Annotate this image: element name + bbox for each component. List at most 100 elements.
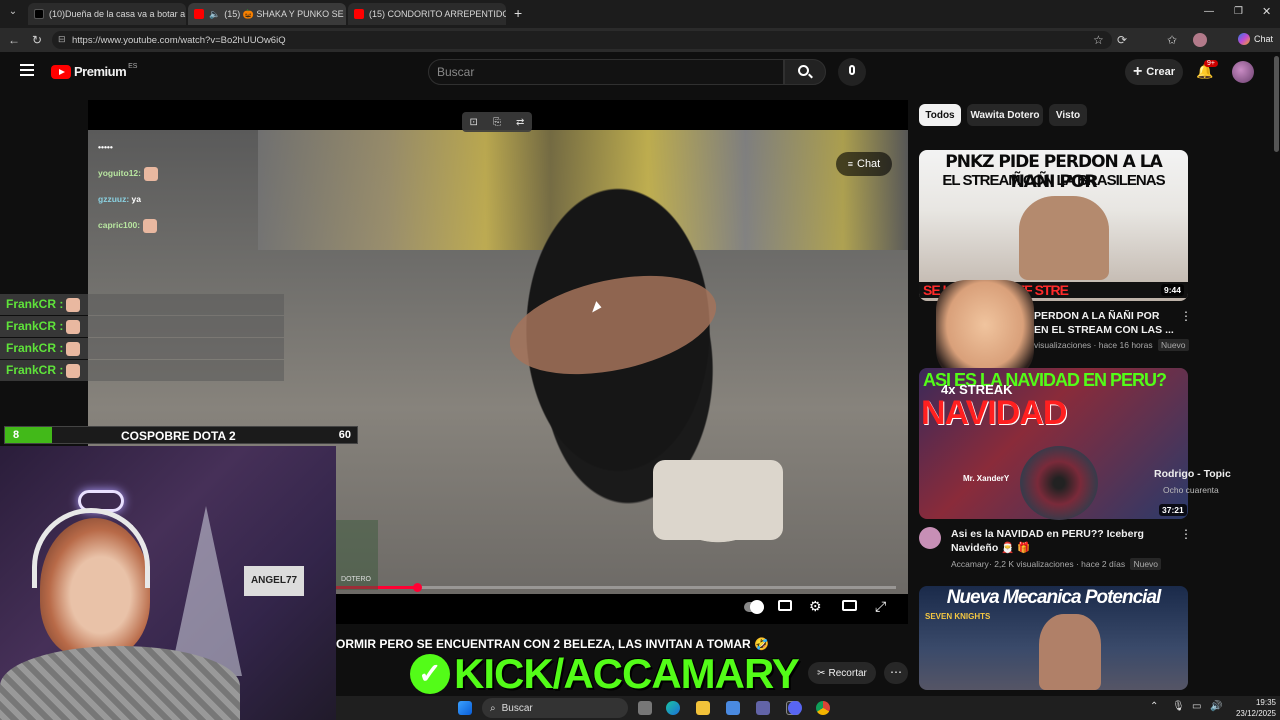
theater-mode-icon[interactable] — [842, 600, 857, 611]
handbag — [653, 460, 783, 540]
goal-current: 8 — [13, 429, 20, 441]
url-field[interactable]: ⊟ https://www.youtube.com/watch?v=Bo2hUU… — [52, 31, 1112, 49]
youtube-play-icon — [51, 64, 71, 79]
more-actions-button[interactable]: ⋯ — [884, 662, 908, 684]
region-code: ES — [128, 63, 138, 70]
emote-icon — [66, 341, 81, 356]
video-thumbnail[interactable]: PNKZ PIDE PERDON A LA ÑAÑI POR EL STREAM… — [919, 150, 1188, 301]
microphone-tray-icon[interactable]: 🎙 — [1172, 701, 1185, 712]
reload-icon[interactable]: ↻ — [32, 33, 42, 47]
tiktok-icon — [34, 9, 44, 19]
new-tab-icon[interactable]: + — [514, 5, 522, 21]
video-title[interactable]: Asi es la NAVIDAD en PERU?? Iceberg Navi… — [951, 527, 1161, 555]
teams-icon[interactable] — [756, 701, 770, 715]
miniplayer-icon[interactable]: ⊡ — [470, 117, 478, 128]
task-view-icon[interactable] — [638, 701, 652, 715]
clock[interactable]: 19:35 23/12/2025 — [1226, 697, 1276, 719]
notifications-button[interactable]: 🔔 9+ — [1196, 60, 1218, 81]
taskbar-search[interactable]: ⌕ Buscar — [482, 698, 628, 718]
tab-list-icon[interactable]: ⌄ — [6, 6, 20, 20]
browser-tab[interactable]: (10)Dueña de la casa va a botar a ✕ — [28, 3, 186, 25]
streamer-body — [0, 646, 240, 720]
search-button[interactable] — [784, 59, 826, 85]
video-thumbnail[interactable]: Nueva Mecanica Potencial SEVEN KNIGHTS — [919, 586, 1188, 690]
file-explorer-icon[interactable] — [696, 701, 710, 715]
audio-icon[interactable]: 🔈 — [209, 9, 220, 20]
copilot-chat-button[interactable]: Chat — [1238, 33, 1273, 45]
tray-chevron-icon[interactable]: ⌃ — [1150, 701, 1158, 712]
thumb-person — [1039, 614, 1101, 690]
more-options-icon[interactable]: ⋮ — [1180, 527, 1192, 541]
close-tab-icon[interactable]: ✕ — [185, 9, 186, 20]
chat-label: Chat — [1254, 34, 1274, 44]
search-placeholder: Buscar — [437, 65, 475, 79]
autoplay-toggle[interactable] — [744, 600, 764, 614]
track-name: Ocho cuarenta — [1163, 485, 1219, 495]
wall-sign: ANGEL77 — [244, 566, 304, 596]
extensions-icon[interactable]: ⟳ — [1117, 33, 1127, 47]
chip-visto[interactable]: Visto — [1049, 104, 1087, 126]
channel-avatar[interactable] — [919, 527, 941, 549]
face-overlay — [936, 280, 1034, 380]
new-badge: Nuevo — [1157, 339, 1189, 351]
browser-tab[interactable]: (15) CONDORITO ARREPENTIDO L ✕ — [348, 3, 506, 25]
youtube-header: Premium ES Buscar + Crear 🔔 9+ — [0, 52, 1280, 92]
menu-icon[interactable] — [20, 64, 34, 76]
star-icon[interactable]: ☆ — [1093, 33, 1104, 47]
progress-bar[interactable] — [336, 583, 896, 592]
network-icon[interactable]: ▭ — [1192, 701, 1201, 712]
emote-icon — [143, 166, 158, 181]
stream-chat-overlay: FrankCR : FrankCR : FrankCR : FrankCR : — [0, 292, 284, 382]
settings-gear-icon[interactable]: ⚙ — [809, 598, 822, 615]
video-title[interactable]: PERDON A LA ÑAÑI POR EN EL STREAM CON LA… — [1034, 309, 1174, 337]
profile-avatar-browser[interactable] — [1193, 33, 1207, 47]
windows-start-icon[interactable] — [458, 701, 472, 715]
queue-icon[interactable]: ⎘ — [493, 117, 501, 128]
duration-badge: 9:44 — [1160, 284, 1184, 296]
recortar-button[interactable]: ✂ Recortar — [808, 662, 876, 684]
volume-icon[interactable]: 🔊 — [1210, 701, 1222, 712]
music-popup[interactable]: Rodrigo - Topic Ocho cuarenta — [1020, 446, 1256, 520]
notification-count-badge: 9+ — [1204, 60, 1218, 67]
youtube-icon — [354, 9, 364, 19]
chat-username: FrankCR : — [6, 297, 81, 312]
voice-search-button[interactable] — [838, 58, 866, 86]
store-icon[interactable] — [726, 701, 740, 715]
player-chat-label: Chat — [857, 158, 881, 170]
more-options-icon[interactable]: ⋮ — [1180, 309, 1192, 323]
favorites-icon[interactable]: ✩ — [1167, 33, 1177, 47]
youtube-logo[interactable]: Premium ES — [51, 63, 138, 79]
maximize-icon[interactable]: ❐ — [1234, 6, 1243, 17]
translate-icon[interactable]: ⇄ — [516, 117, 524, 128]
discord-icon[interactable] — [788, 701, 802, 715]
url-text: https://www.youtube.com/watch?v=Bo2hUUOw… — [72, 34, 286, 46]
album-art — [1020, 446, 1098, 520]
site-info-icon[interactable]: ⊟ — [58, 34, 66, 45]
copilot-icon — [1238, 33, 1250, 45]
chat-username: FrankCR : — [6, 341, 81, 356]
avatar[interactable] — [1232, 61, 1254, 83]
chip-todos[interactable]: Todos — [919, 104, 961, 126]
close-window-icon[interactable]: ✕ — [1262, 5, 1271, 18]
chrome-icon[interactable] — [816, 701, 830, 715]
emote-icon — [66, 297, 81, 312]
page-scrollbar[interactable] — [1274, 56, 1279, 152]
player-top-controls: ⊡ ⎘ ⇄ — [462, 112, 532, 132]
minimize-icon[interactable]: — — [1204, 6, 1214, 17]
goal-target: 60 — [338, 429, 351, 441]
video-title: ORMIR PERO SE ENCUENTRAN CON 2 BELEZA, L… — [336, 637, 769, 651]
video-meta: · 2,2 K visualizaciones · hace 2 días Nu… — [989, 558, 1162, 570]
subtitles-icon[interactable] — [778, 600, 792, 611]
chip-wawita-dotero[interactable]: Wawita Dotero — [967, 104, 1043, 126]
browser-tab-active[interactable]: 🔈 (15) 🎃 SHAKA Y PUNKO SE C ✕ — [188, 3, 346, 25]
fullscreen-icon[interactable]: ⤢ — [875, 598, 886, 615]
player-chat-button[interactable]: ≡ Chat — [836, 152, 892, 176]
search-input[interactable]: Buscar — [428, 59, 784, 85]
chat-icon: ≡ — [847, 159, 853, 169]
back-icon[interactable]: ← — [8, 33, 20, 47]
kick-banner: ✓ KICK/ACCAMARY — [410, 650, 800, 698]
edge-icon[interactable] — [666, 701, 680, 715]
video-meta: visualizaciones · hace 16 horas Nuevo — [1034, 339, 1189, 351]
youtube-icon — [194, 9, 204, 19]
create-button[interactable]: + Crear — [1125, 59, 1183, 85]
